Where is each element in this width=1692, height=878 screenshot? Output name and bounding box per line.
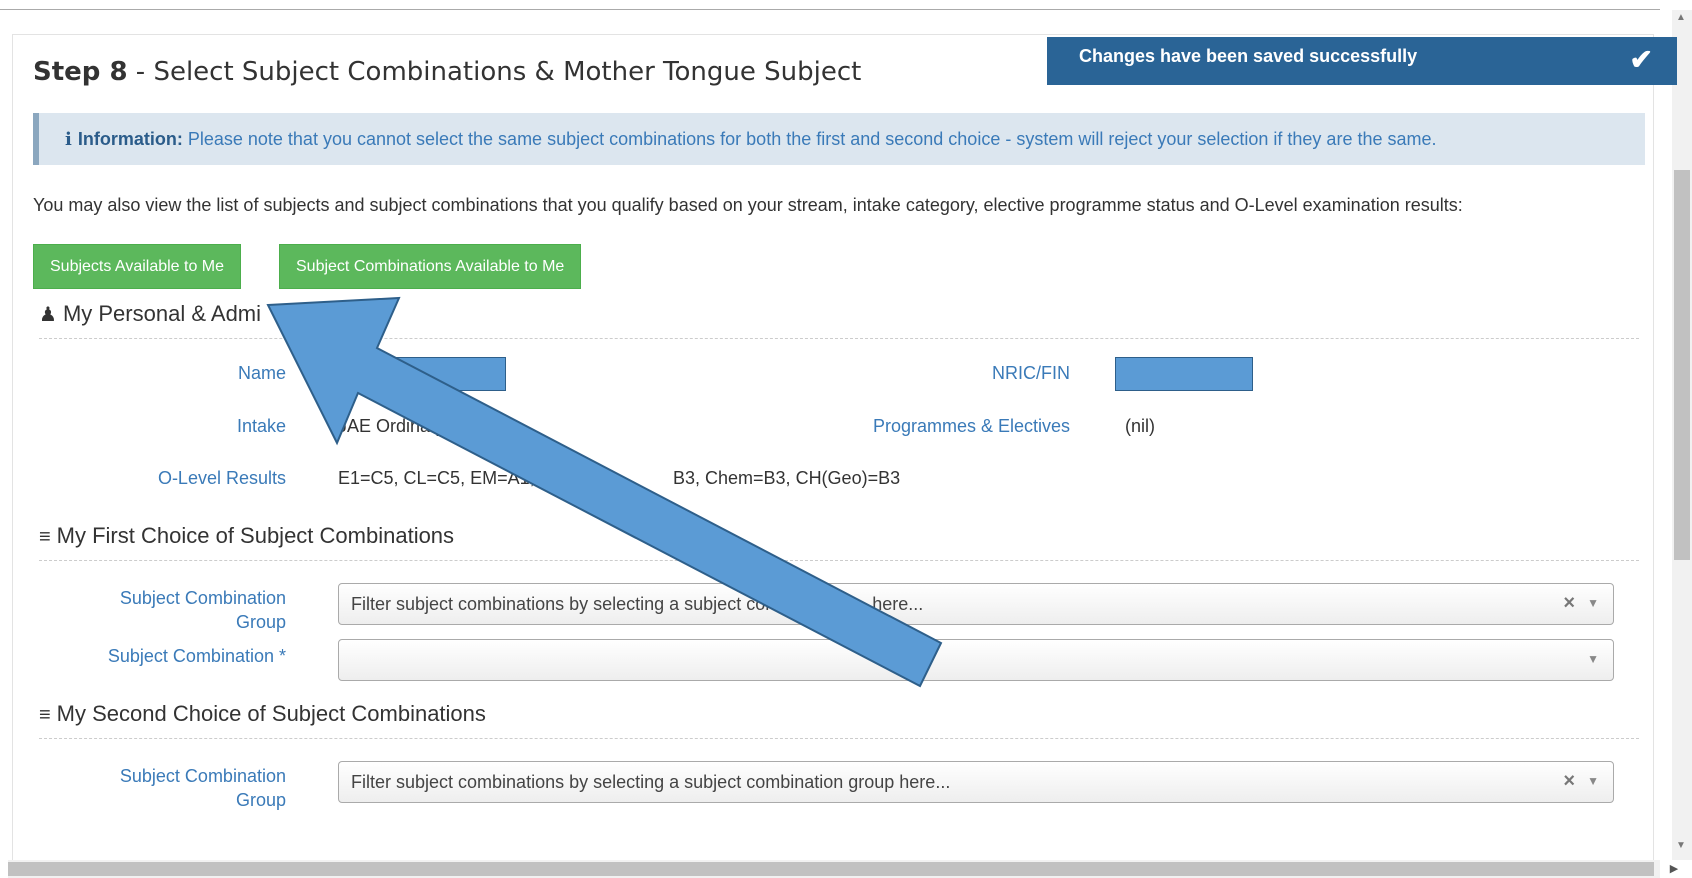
intake-value: JAE Ordinary Adm xyxy=(338,416,487,436)
chevron-down-icon[interactable]: ▼ xyxy=(1587,774,1599,788)
chevron-down-icon[interactable]: ▼ xyxy=(1587,652,1599,666)
page-title: Step 8 - Select Subject Combinations & M… xyxy=(33,57,862,87)
intake-label: Intake xyxy=(236,416,286,436)
second-group-label-line2: Group xyxy=(235,790,286,810)
intro-text: You may also view the list of subjects a… xyxy=(33,195,1463,215)
info-text: Please note that you cannot select the s… xyxy=(182,129,1437,149)
vertical-scrollbar-thumb[interactable] xyxy=(1674,170,1690,560)
chevron-down-icon[interactable]: ▼ xyxy=(1587,596,1599,610)
info-icon: i xyxy=(65,129,72,150)
first-combination-select[interactable]: ▼ xyxy=(338,639,1614,681)
olevel-value-part2: B3, Chem=B3, CH(Geo)=B3 xyxy=(673,468,901,488)
clear-icon[interactable]: × xyxy=(1563,770,1575,793)
section-divider xyxy=(39,738,1639,739)
horizontal-scrollbar-thumb[interactable] xyxy=(8,862,1654,876)
scroll-up-icon[interactable]: ▲ xyxy=(1676,12,1686,23)
second-combination-group-select[interactable]: Filter subject combinations by selecting… xyxy=(338,761,1614,803)
olevel-label: O-Level Results xyxy=(157,468,286,488)
nric-label: NRIC/FIN xyxy=(992,363,1070,383)
second-choice-section-title: ≡ My Second Choice of Subject Combination… xyxy=(39,701,486,726)
step-panel: Step 8 - Select Subject Combinations & M… xyxy=(12,34,1654,862)
list-icon: ≡ xyxy=(39,704,51,726)
programmes-value: (nil) xyxy=(1125,416,1155,436)
information-alert: i Information: Please note that you canno… xyxy=(33,113,1645,165)
list-icon: ≡ xyxy=(39,526,51,548)
checkmark-icon: ✔ xyxy=(1629,44,1653,75)
first-group-placeholder: Filter subject combinations by selecting… xyxy=(351,594,924,614)
name-redacted xyxy=(344,357,506,391)
first-group-label-line1: Subject Combination xyxy=(119,588,286,608)
first-choice-section-title: ≡ My First Choice of Subject Combinations xyxy=(39,523,455,548)
personal-section-title: ♟ My Personal & Admi a xyxy=(39,301,374,326)
second-group-label-line1: Subject Combination xyxy=(119,766,286,786)
section-divider xyxy=(39,338,1639,339)
first-group-label-line2: Group xyxy=(235,612,286,632)
olevel-value-part1: E1=C5, CL=C5, EM=A1, AM xyxy=(338,468,566,488)
first-combination-label: Subject Combination * xyxy=(107,646,286,666)
scroll-right-icon[interactable]: ▶ xyxy=(1664,860,1684,878)
toast-message: Changes have been saved successfully xyxy=(1079,46,1418,66)
top-divider xyxy=(0,9,1660,10)
success-toast[interactable]: Changes have been saved successfully ✔ xyxy=(1047,37,1677,85)
info-label: Information: xyxy=(77,129,183,149)
section-divider xyxy=(39,560,1639,561)
clear-icon[interactable]: × xyxy=(1563,592,1575,615)
user-icon: ♟ xyxy=(39,304,57,326)
first-combination-group-select[interactable]: Filter subject combinations by selecting… xyxy=(338,583,1614,625)
second-group-placeholder: Filter subject combinations by selecting… xyxy=(351,772,951,792)
subjects-available-button[interactable]: Subjects Available to Me xyxy=(33,244,242,289)
scroll-down-icon[interactable]: ▼ xyxy=(1676,840,1686,851)
programmes-label: Programmes & Electives xyxy=(872,416,1070,436)
nric-redacted xyxy=(1115,357,1253,391)
subject-combinations-available-button[interactable]: Subject Combinations Available to Me xyxy=(279,244,582,289)
name-label: Name xyxy=(237,363,286,383)
